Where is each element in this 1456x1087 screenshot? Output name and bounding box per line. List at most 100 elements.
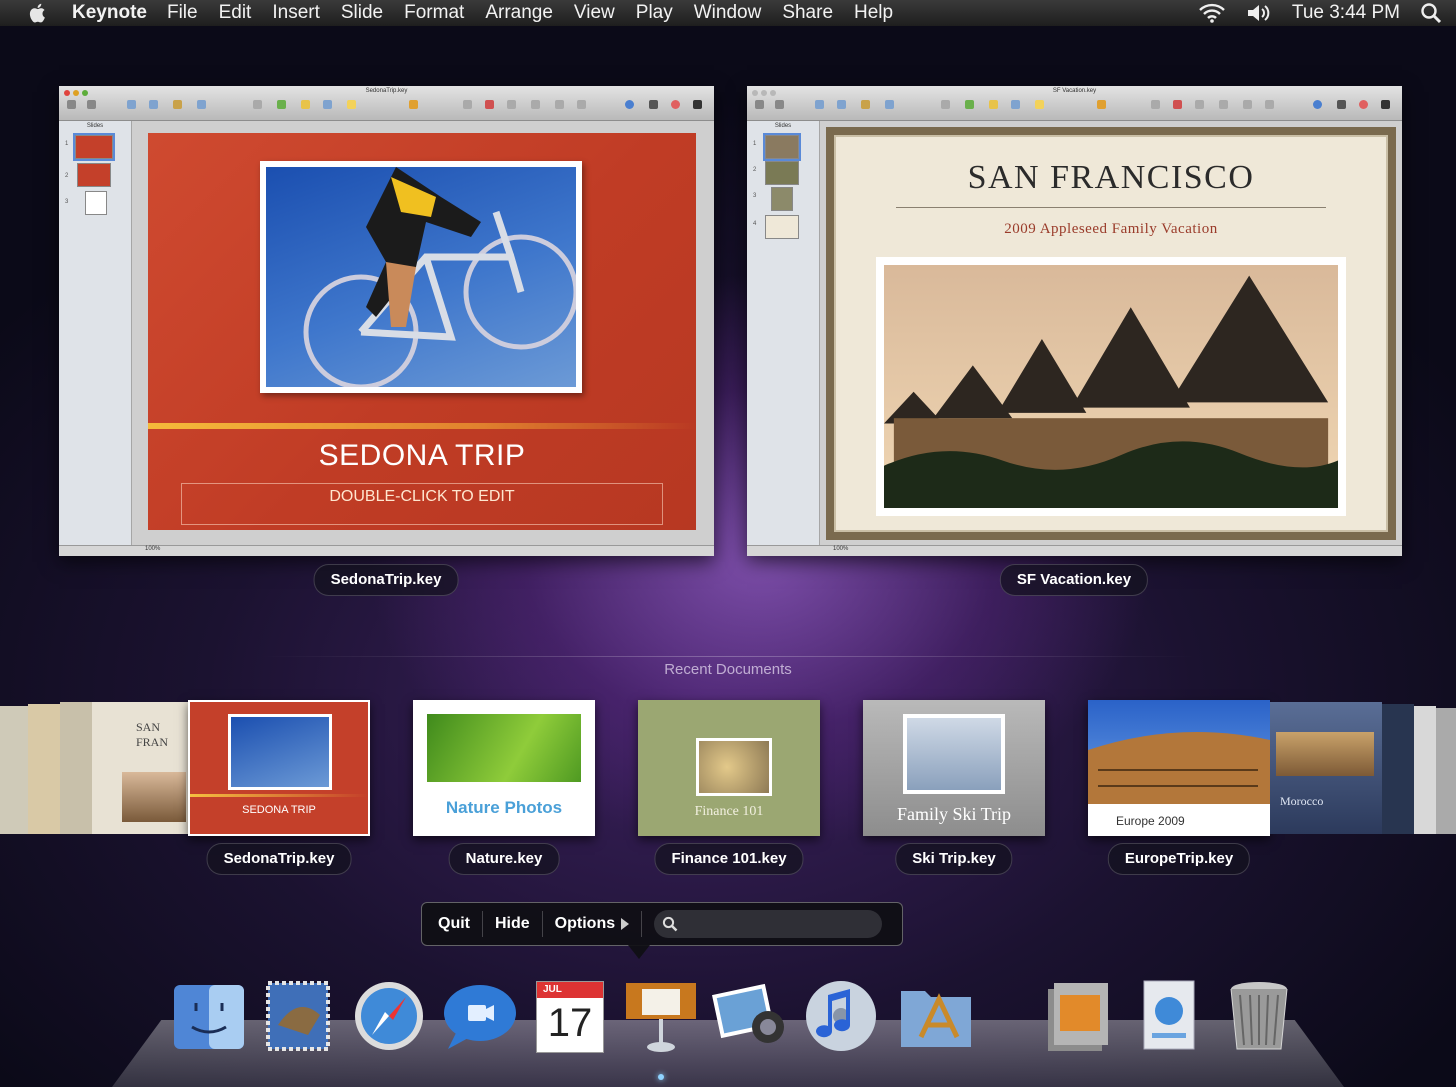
zoom-level[interactable]: 100% <box>145 546 160 552</box>
recent-thumb-title: Finance 101 <box>694 804 764 819</box>
itunes-icon[interactable] <box>800 975 882 1057</box>
toolbar-icons[interactable] <box>753 100 1396 116</box>
window-toolbar: SF Vacation.key <box>747 86 1402 121</box>
menu-slide[interactable]: Slide <box>341 2 383 24</box>
menu-file[interactable]: File <box>167 2 198 24</box>
quit-button[interactable]: Quit <box>422 911 483 937</box>
finder-icon[interactable] <box>168 975 250 1057</box>
hud-pointer <box>628 945 650 959</box>
menu-view[interactable]: View <box>574 2 615 24</box>
slides-pane-label: Slides <box>86 123 104 129</box>
trash-icon[interactable] <box>1218 975 1300 1057</box>
downloads-stack-icon[interactable] <box>1130 975 1212 1057</box>
calendar-month: JUL <box>537 982 603 998</box>
sedona-slide[interactable]: SEDONA TRIP DOUBLE-CLICK TO EDIT <box>148 133 696 530</box>
sf-slide[interactable]: SAN FRANCISCO 2009 Appleseed Family Vaca… <box>834 135 1388 532</box>
recent-stack-right[interactable]: Morocco <box>1270 702 1456 834</box>
slide-canvas[interactable]: SEDONA TRIP DOUBLE-CLICK TO EDIT <box>132 121 714 546</box>
title-divider <box>896 207 1326 208</box>
app-controls-hud: Quit Hide Options <box>421 902 903 946</box>
slide-thumbnail[interactable] <box>765 215 799 239</box>
mail-icon[interactable] <box>258 975 340 1057</box>
slide-thumbnail[interactable] <box>763 133 801 161</box>
window-toolbar: SedonaTrip.key <box>59 86 714 121</box>
documents-stack-icon[interactable] <box>1040 975 1122 1057</box>
menu-help[interactable]: Help <box>854 2 893 24</box>
slide-thumbnail[interactable] <box>765 161 799 185</box>
menu-extras: Tue 3:44 PM <box>1198 0 1442 26</box>
document-window-sf[interactable]: SF Vacation.key Slides 1 2 3 4 SAN FRANC… <box>747 86 1402 556</box>
recent-label-ski[interactable]: Ski Trip.key <box>895 843 1013 875</box>
ichat-icon[interactable] <box>438 975 520 1057</box>
stack-thumb-text: Morocco <box>1280 794 1324 808</box>
recent-documents-header: Recent Documents <box>664 661 792 678</box>
menu-arrange[interactable]: Arrange <box>485 2 553 24</box>
slide-thumbnail[interactable] <box>85 191 107 215</box>
window-title: SedonaTrip.key <box>365 88 408 94</box>
safari-icon[interactable] <box>348 975 430 1057</box>
calendar-day: 17 <box>547 1001 593 1045</box>
recent-thumb-title: Nature Photos <box>445 798 563 817</box>
menu-window[interactable]: Window <box>694 2 762 24</box>
stack-thumb-text: SAN FRAN <box>136 720 169 749</box>
options-button[interactable]: Options <box>543 911 643 937</box>
recent-stack-left[interactable]: SAN FRAN <box>0 702 190 834</box>
slide-subtitle[interactable]: 2009 Appleseed Family Vacation <box>836 221 1386 238</box>
cyclist-illustration <box>303 167 576 387</box>
applications-folder-icon[interactable] <box>895 975 977 1057</box>
keynote-icon[interactable] <box>620 975 702 1057</box>
apple-menu-icon[interactable] <box>26 1 50 25</box>
recent-thumb-title: SEDONA TRIP <box>242 804 316 816</box>
toolbar-icons[interactable] <box>65 100 708 116</box>
slide-thumbnail[interactable] <box>771 187 793 211</box>
zoom-level[interactable]: 100% <box>833 546 848 552</box>
recent-doc-sedona[interactable]: SEDONA TRIP <box>188 700 370 836</box>
hide-button[interactable]: Hide <box>483 911 543 937</box>
slide-number: 1 <box>65 141 69 147</box>
document-window-sedona[interactable]: SedonaTrip.key Slides 1 2 3 SEDONA TRIP … <box>59 86 714 556</box>
spotlight-icon[interactable] <box>1420 2 1442 24</box>
recent-doc-ski[interactable]: Family Ski Trip <box>863 700 1045 836</box>
menu-app-name[interactable]: Keynote <box>72 2 147 24</box>
slide-number: 3 <box>753 193 757 199</box>
recent-label-europe[interactable]: EuropeTrip.key <box>1107 843 1251 875</box>
window-status-bar: 100% <box>59 545 714 556</box>
menu-play[interactable]: Play <box>636 2 673 24</box>
search-field[interactable] <box>654 910 883 938</box>
colosseum-illustration <box>1088 732 1270 804</box>
menu-edit[interactable]: Edit <box>219 2 252 24</box>
menu-insert[interactable]: Insert <box>272 2 320 24</box>
wifi-icon[interactable] <box>1198 3 1226 23</box>
volume-icon[interactable] <box>1246 3 1272 23</box>
recent-label-finance[interactable]: Finance 101.key <box>654 843 804 875</box>
menu-bar: Keynote File Edit Insert Slide Format Ar… <box>0 0 1456 26</box>
window-label-sf[interactable]: SF Vacation.key <box>999 564 1149 596</box>
painted-ladies-photo <box>876 257 1346 516</box>
slide-title[interactable]: SEDONA TRIP <box>148 439 696 473</box>
slide-thumbnail[interactable] <box>77 163 111 187</box>
slide-title[interactable]: SAN FRANCISCO <box>836 159 1386 197</box>
menu-clock[interactable]: Tue 3:44 PM <box>1292 2 1400 24</box>
slide-thumbnail[interactable] <box>73 133 115 161</box>
recent-label-nature[interactable]: Nature.key <box>448 843 560 875</box>
window-label-sedona[interactable]: SedonaTrip.key <box>313 564 459 596</box>
cyclist-photo <box>260 161 582 393</box>
section-divider <box>260 656 1196 657</box>
search-icon <box>663 916 678 932</box>
recent-label-sedona[interactable]: SedonaTrip.key <box>206 843 352 875</box>
options-label: Options <box>554 915 616 932</box>
slide-canvas[interactable]: SAN FRANCISCO 2009 Appleseed Family Vaca… <box>820 121 1402 546</box>
slide-navigator[interactable]: Slides 1 2 3 <box>59 121 132 546</box>
menu-share[interactable]: Share <box>782 2 833 24</box>
recent-doc-europe[interactable]: Europe 2009 <box>1088 700 1270 836</box>
slide-subtitle-placeholder[interactable]: DOUBLE-CLICK TO EDIT <box>181 483 663 525</box>
ical-icon[interactable]: JUL 17 <box>528 975 610 1057</box>
menu-format[interactable]: Format <box>404 2 464 24</box>
slide-number: 4 <box>753 221 757 227</box>
recent-doc-finance[interactable]: Finance 101 <box>638 700 820 836</box>
window-title: SF Vacation.key <box>1052 88 1097 94</box>
recent-doc-nature[interactable]: Nature Photos <box>413 700 595 836</box>
slide-number: 2 <box>753 167 757 173</box>
iphoto-icon[interactable] <box>710 975 792 1057</box>
slide-navigator[interactable]: Slides 1 2 3 4 <box>747 121 820 546</box>
